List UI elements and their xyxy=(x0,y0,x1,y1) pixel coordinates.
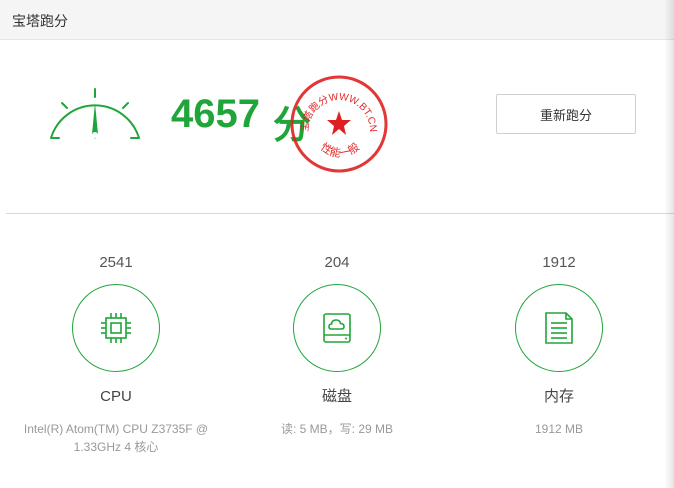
rerun-benchmark-button[interactable]: 重新跑分 xyxy=(496,94,636,134)
panel-edge-shadow xyxy=(664,0,674,488)
benchmark-panel: 宝塔跑分 4657 分 宝塔跑分WWW.BT.CN 性能一般 重新跑分 2541… xyxy=(0,0,674,488)
cpu-description: Intel(R) Atom(TM) CPU Z3735F @ 1.33GHz 4… xyxy=(23,422,209,454)
total-score: 4657 xyxy=(171,92,260,136)
speedometer-icon xyxy=(50,88,140,139)
metric-cpu: 2541 CPU Intel(R) Atom(TM) CPU Z3735F @ … xyxy=(16,252,216,456)
svg-text:性能一般: 性能一般 xyxy=(318,140,362,160)
cpu-label: CPU xyxy=(100,388,132,405)
cpu-chip-icon xyxy=(101,313,131,343)
performance-stamp: 宝塔跑分WWW.BT.CN 性能一般 xyxy=(290,75,388,173)
disk-icon-circle xyxy=(293,284,381,372)
panel-title: 宝塔跑分 xyxy=(12,13,68,29)
memory-document-icon xyxy=(545,312,573,344)
cpu-icon-circle xyxy=(72,284,160,372)
memory-description: 1912 MB xyxy=(534,422,584,436)
memory-score: 1912 xyxy=(542,254,576,271)
disk-description: 读: 5 MB，写: 29 MB xyxy=(280,422,394,436)
metric-disk: 204 磁盘 读: 5 MB，写: 29 MB xyxy=(237,252,437,438)
stamp-bottom-text: 性能一般 xyxy=(318,140,362,160)
section-divider xyxy=(6,213,674,214)
disk-label: 磁盘 xyxy=(321,388,352,405)
memory-label: 内存 xyxy=(543,388,574,405)
disk-cloud-icon xyxy=(323,313,351,343)
cpu-score: 2541 xyxy=(99,254,133,271)
disk-score: 204 xyxy=(324,254,350,271)
metric-memory: 1912 内存 1912 MB xyxy=(459,252,659,438)
memory-icon-circle xyxy=(515,284,603,372)
panel-header: 宝塔跑分 xyxy=(0,0,674,40)
